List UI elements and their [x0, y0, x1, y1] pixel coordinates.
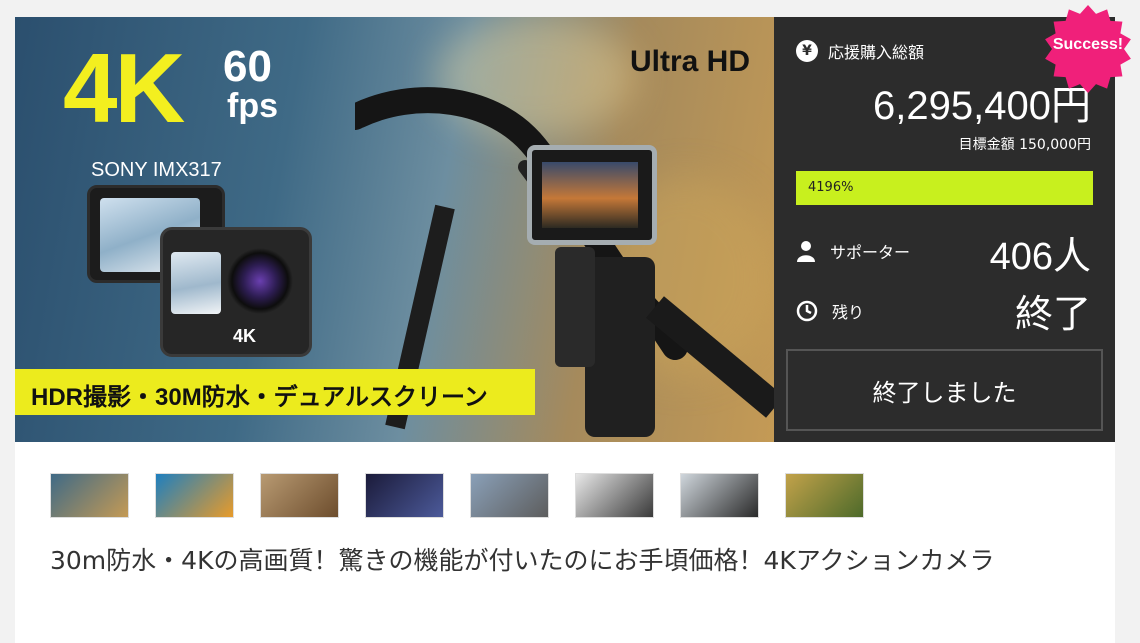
thumbnail-1[interactable]: [50, 473, 129, 518]
remaining-value: 終了: [1014, 294, 1091, 336]
thumbnail-8[interactable]: [785, 473, 864, 518]
thumbnail-5[interactable]: [470, 473, 549, 518]
thumbnail-4[interactable]: [365, 473, 444, 518]
hero-feature-text: HDR撮影・30M防水・デュアルスクリーン: [31, 384, 488, 411]
project-card: 4K 60 fps Ultra HD SONY IMX317 4K HDR撮影・…: [15, 17, 1115, 643]
hero-4k-text: 4K: [63, 33, 185, 143]
person-icon: [797, 241, 815, 262]
progress-bar: 4196%: [796, 171, 1093, 205]
clock-icon: [796, 300, 818, 322]
remaining-row: 残り: [796, 299, 864, 323]
supporters-label: サポーター: [830, 243, 911, 262]
progress-label: 4196%: [808, 180, 854, 195]
yen-icon: ¥: [796, 40, 818, 62]
supporters-row: サポーター: [796, 239, 910, 263]
hero-sensor-label: SONY IMX317: [91, 159, 222, 181]
camera-brand-text: 4K: [233, 326, 257, 346]
total-row: ¥ 応援購入総額: [796, 39, 924, 63]
thumbnail-6[interactable]: [575, 473, 654, 518]
success-badge: Success!: [1040, 5, 1136, 93]
thumbnail-7[interactable]: [680, 473, 759, 518]
hero-ultra-hd: Ultra HD: [629, 45, 750, 78]
product-title: 30m防水・4Kの高画質！驚きの機能が付いたのにお手頃価格！4Kアクションカメラ: [50, 546, 995, 575]
camera-front-graphic: 4K: [160, 227, 312, 357]
thumbnail-strip: [50, 473, 864, 518]
thumbnail-2[interactable]: [155, 473, 234, 518]
hero-image[interactable]: 4K 60 fps Ultra HD SONY IMX317 4K HDR撮影・…: [15, 17, 774, 442]
thumbnail-3[interactable]: [260, 473, 339, 518]
total-label: 応援購入総額: [828, 43, 925, 62]
success-badge-text: Success!: [1052, 36, 1124, 53]
remaining-label: 残り: [832, 303, 865, 322]
hero-fps-label: fps: [227, 87, 278, 125]
hero-fps-number: 60: [223, 42, 272, 91]
project-ended-button[interactable]: 終了しました: [786, 349, 1103, 431]
supporters-value: 406人: [989, 236, 1091, 278]
waterproof-case-graphic: [527, 145, 657, 245]
hero-feature-banner: HDR撮影・30M防水・デュアルスクリーン: [15, 369, 535, 415]
camera-lens-icon: [227, 248, 293, 314]
goal-amount: 目標金額 150,000円: [958, 137, 1091, 153]
